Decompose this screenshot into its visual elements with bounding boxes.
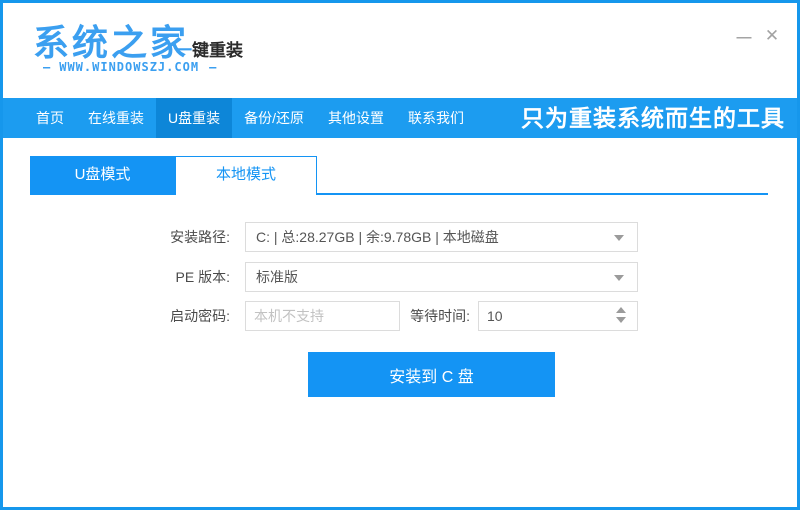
nav-item-other-settings[interactable]: 其他设置 (316, 98, 396, 138)
main-nav: 首页 在线重装 U盘重装 备份/还原 其他设置 联系我们 只为重装系统而生的工具 (3, 98, 797, 138)
install-to-c-button[interactable]: 安装到 C 盘 (308, 352, 555, 397)
app-logo: 系统之家 (33, 14, 189, 66)
logo-subtitle: 一键重装 (175, 36, 243, 61)
website-url: — WWW.WINDOWSZJ.COM — (33, 60, 225, 74)
nav-item-home[interactable]: 首页 (24, 98, 76, 138)
boot-password-label: 启动密码: (63, 301, 230, 331)
install-path-row: 安装路径: C: | 总:28.27GB | 余:9.78GB | 本地磁盘 (3, 222, 797, 252)
install-path-value: C: | 总:28.27GB | 余:9.78GB | 本地磁盘 (256, 229, 499, 245)
wait-time-stepper[interactable] (614, 306, 628, 326)
nav-item-usb-reinstall[interactable]: U盘重装 (156, 98, 232, 138)
close-button[interactable]: ✕ (761, 25, 783, 47)
website-text: WWW.WINDOWSZJ.COM (59, 60, 199, 74)
spinner-up-icon[interactable] (616, 307, 626, 313)
chevron-down-icon (614, 235, 624, 241)
content-panel: U盘模式 本地模式 安装路径: C: | 总:28.27GB | 余:9.78G… (3, 138, 797, 510)
boot-password-row: 启动密码: 等待时间: (3, 301, 797, 331)
titlebar: 系统之家 一键重装 — WWW.WINDOWSZJ.COM — — ✕ (3, 3, 797, 98)
dash-decoration-right: — (209, 60, 215, 74)
pe-version-label: PE 版本: (63, 262, 230, 292)
nav-item-contact-us[interactable]: 联系我们 (396, 98, 476, 138)
chevron-down-icon (614, 275, 624, 281)
mode-tabs: U盘模式 本地模式 (30, 156, 768, 195)
install-path-select[interactable]: C: | 总:28.27GB | 余:9.78GB | 本地磁盘 (245, 222, 638, 252)
tab-local-mode[interactable]: 本地模式 (175, 156, 317, 195)
tab-underline (30, 193, 768, 195)
logo-subtitle-highlight: 一 (175, 41, 192, 60)
app-window: 系统之家 一键重装 — WWW.WINDOWSZJ.COM — — ✕ 首页 在线重… (0, 0, 800, 510)
dash-decoration-left: — (43, 60, 49, 74)
boot-password-input[interactable] (245, 301, 400, 331)
logo-subtitle-rest: 键重装 (192, 41, 243, 60)
spinner-down-icon[interactable] (616, 317, 626, 323)
pe-version-row: PE 版本: 标准版 (3, 262, 797, 292)
nav-item-online-reinstall[interactable]: 在线重装 (76, 98, 156, 138)
pe-version-select[interactable]: 标准版 (245, 262, 638, 292)
install-path-label: 安装路径: (63, 222, 230, 252)
tab-usb-mode[interactable]: U盘模式 (30, 156, 175, 193)
nav-slogan: 只为重装系统而生的工具 (521, 98, 785, 138)
nav-item-backup-restore[interactable]: 备份/还原 (232, 98, 316, 138)
wait-time-label: 等待时间: (402, 301, 470, 331)
pe-version-value: 标准版 (256, 269, 298, 285)
minimize-button[interactable]: — (733, 27, 755, 49)
